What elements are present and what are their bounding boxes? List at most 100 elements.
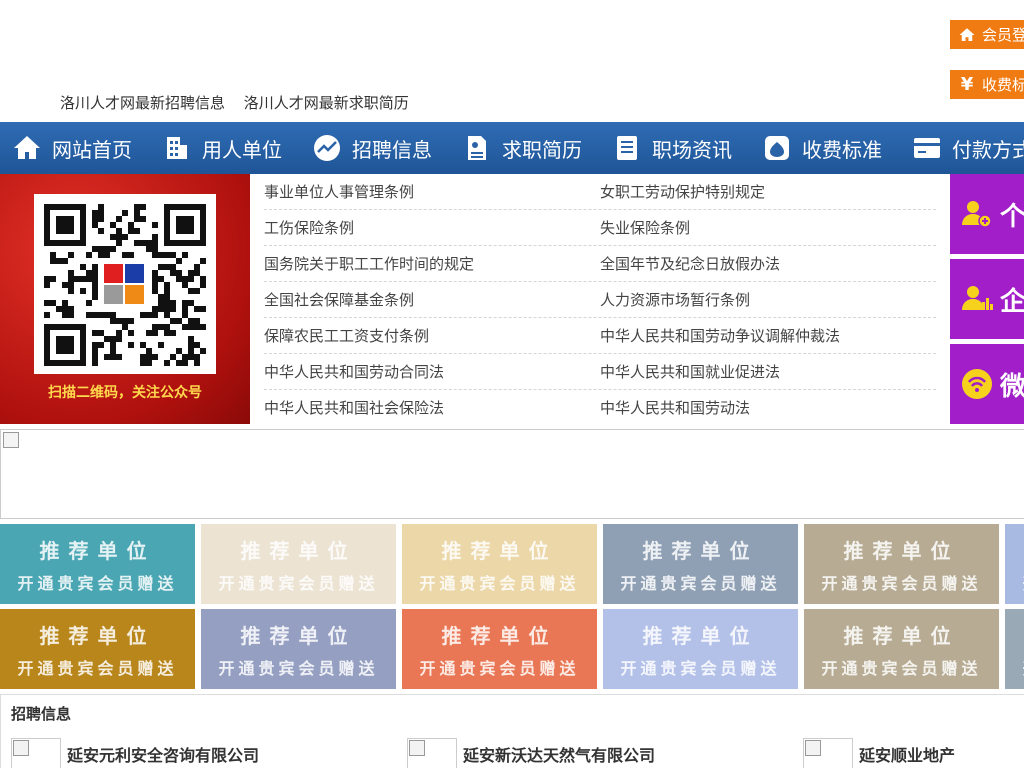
personal-member-button[interactable]: 个 [950,174,1024,254]
law-row: 工伤保险条例 失业保险条例 [264,210,936,246]
fee-standard-label: 收费标 [982,76,1024,94]
broken-image-icon [3,432,19,448]
company-logo [407,738,457,768]
law-link[interactable]: 中华人民共和国社会保险法 [264,390,600,426]
nav-resumes-label: 求职简历 [502,137,582,162]
law-row: 国务院关于职工工作时间的规定 全国年节及纪念日放假办法 [264,246,936,282]
recommend-tile[interactable]: 推荐单位开通贵宾会员赠送 [804,524,999,604]
nav-fees-label: 收费标准 [802,137,882,162]
law-link[interactable]: 全国社会保障基金条例 [264,282,600,317]
home-icon [14,136,40,159]
nav-home-label: 网站首页 [52,137,132,162]
recommend-tile[interactable]: 推荐单位开通贵宾会员赠送 [603,524,798,604]
law-link[interactable]: 中华人民共和国劳动争议调解仲裁法 [600,318,936,353]
recommend-tile[interactable]: 推荐单位开通贵宾会员赠送 [0,524,195,604]
recommend-title: 推荐单位 [39,538,156,563]
recommend-tile[interactable]: 推荐单位开通贵宾会员赠送 [402,524,597,604]
recommend-tile[interactable]: 推荐单位开通贵宾会员赠送 [804,609,999,689]
header: 洛川人才网最新招聘信息 洛川人才网最新求职简历 会员登 ¥ 收费标 [0,0,1024,122]
card-icon [914,138,940,158]
recommend-subtitle: 开通贵宾会员赠送 [218,658,379,678]
recommend-tile[interactable]: 推荐单位开通贵宾会员赠送 [201,524,396,604]
recommend-subtitle: 开通贵宾会员赠送 [821,658,982,678]
law-row: 事业单位人事管理条例 女职工劳动保护特别规定 [264,174,936,210]
nav-payment-label: 付款方式 [952,137,1024,162]
law-row: 中华人民共和国社会保险法 中华人民共和国劳动法 [264,390,936,426]
recommend-title: 推荐单位 [240,538,357,563]
company-name[interactable]: 延安元利安全咨询有限公司 [67,742,259,766]
recommend-title: 推荐单位 [240,623,357,648]
recommend-tile[interactable]: 推荐单位开通贵宾会员赠送 [402,609,597,689]
person-add-icon [962,201,992,228]
company-item[interactable]: 延安元利安全咨询有限公司 [11,738,259,768]
nav-news[interactable]: 职场资讯 [600,122,750,174]
nav-home[interactable]: 网站首页 [0,122,150,174]
nav-resumes[interactable]: 求职简历 [450,122,600,174]
member-login-button[interactable]: 会员登 [950,20,1024,49]
recommend-tile[interactable]: 推荐单位开通贵宾会员赠送 [201,609,396,689]
recommend-title: 推荐单位 [441,538,558,563]
recommend-tile[interactable]: 推荐单位开通贵宾会员赠送 [1005,609,1024,689]
wechat-label: 微 [1000,371,1024,402]
law-link[interactable]: 全国年节及纪念日放假办法 [600,246,936,281]
company-logo [11,738,61,768]
recommend-tile[interactable]: 推荐单位开通贵宾会员赠送 [0,609,195,689]
resume-icon [468,136,486,160]
jobs-section: 招聘信息 延安元利安全咨询有限公司 延安新沃达天然气有限公司 延安顺业地产 [0,694,1024,768]
recommend-title: 推荐单位 [441,623,558,648]
law-link[interactable]: 工伤保险条例 [264,210,600,245]
latest-resumes-link[interactable]: 洛川人才网最新求职简历 [244,94,409,112]
nav-jobs-label: 招聘信息 [352,137,432,162]
law-link[interactable]: 失业保险条例 [600,210,936,245]
news-icon [617,136,637,160]
jobs-title: 招聘信息 [11,705,72,723]
wechat-icon [962,369,992,399]
main-nav: 网站首页 用人单位 招聘信息 求职简历 职场资讯 收费标准 付款方式 [0,122,1024,174]
enterprise-member-label: 企 [1000,286,1024,317]
fee-standard-button[interactable]: ¥ 收费标 [950,70,1024,99]
recommend-tile[interactable]: 推荐单位开通贵宾会员赠送 [603,609,798,689]
page: 洛川人才网最新招聘信息 洛川人才网最新求职简历 会员登 ¥ 收费标 网站首页 用… [0,0,1024,768]
nav-employers-label: 用人单位 [202,137,282,162]
law-link[interactable]: 中华人民共和国劳动法 [600,390,936,426]
recommend-title: 推荐单位 [642,623,759,648]
recommend-subtitle: 开通贵宾会员赠送 [620,658,781,678]
enterprise-member-button[interactable]: 企 [950,259,1024,339]
company-logo [803,738,853,768]
recommend-title: 推荐单位 [642,538,759,563]
recommend-subtitle: 开通贵宾会员赠送 [821,573,982,593]
law-link[interactable]: 中华人民共和国劳动合同法 [264,354,600,389]
nav-employers[interactable]: 用人单位 [150,122,300,174]
recommend-subtitle: 开通贵宾会员赠送 [620,573,781,593]
law-link[interactable]: 保障农民工工资支付条例 [264,318,600,353]
latest-jobs-link[interactable]: 洛川人才网最新招聘信息 [60,94,225,112]
qr-code [34,194,216,374]
law-link[interactable]: 人力资源市场暂行条例 [600,282,936,317]
company-name[interactable]: 延安新沃达天然气有限公司 [463,742,655,766]
header-links: 洛川人才网最新招聘信息 洛川人才网最新求职简历 [60,92,423,113]
recommend-title: 推荐单位 [39,623,156,648]
company-item[interactable]: 延安新沃达天然气有限公司 [407,738,655,768]
law-row: 中华人民共和国劳动合同法 中华人民共和国就业促进法 [264,354,936,390]
yen-icon: ¥ [960,74,974,95]
law-link[interactable]: 国务院关于职工工作时间的规定 [264,246,600,281]
nav-payment[interactable]: 付款方式 [900,122,1024,174]
law-row: 全国社会保障基金条例 人力资源市场暂行条例 [264,282,936,318]
company-name[interactable]: 延安顺业地产 [859,742,955,766]
personal-member-label: 个 [1000,201,1024,232]
recommend-tile[interactable]: 推荐单位开通贵宾会员赠送 [1005,524,1024,604]
law-link[interactable]: 女职工劳动保护特别规定 [600,174,936,209]
nav-jobs[interactable]: 招聘信息 [300,122,450,174]
person-chart-icon [962,286,993,310]
banner-image[interactable] [0,429,1024,519]
home-icon [958,26,976,44]
wechat-button[interactable]: 微 [950,344,1024,424]
chart-icon [314,135,340,161]
recommend-subtitle: 开通贵宾会员赠送 [218,573,379,593]
moneybag-icon [765,136,789,160]
company-item[interactable]: 延安顺业地产 [803,738,955,768]
law-link[interactable]: 事业单位人事管理条例 [264,174,600,209]
law-link[interactable]: 中华人民共和国就业促进法 [600,354,936,389]
nav-fees[interactable]: 收费标准 [750,122,900,174]
nav-news-label: 职场资讯 [652,137,732,162]
